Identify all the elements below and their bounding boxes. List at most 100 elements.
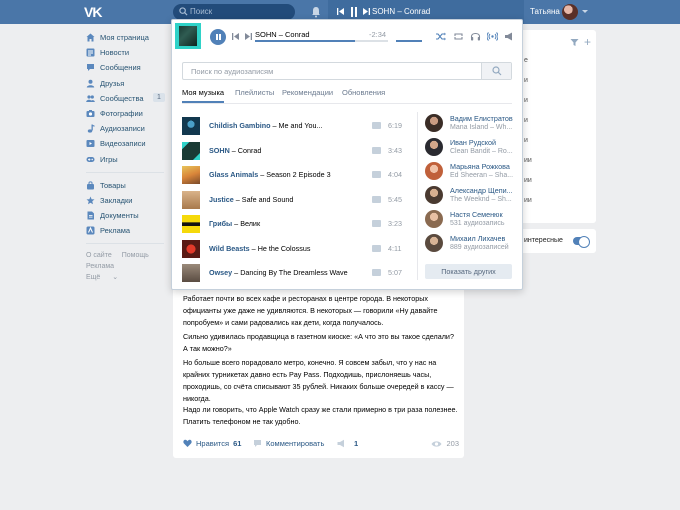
footer-ads-link[interactable]: Реклама [86,261,114,272]
track-menu-icon[interactable] [372,220,381,227]
vk-logo[interactable]: VK [84,4,104,20]
avatar [425,162,443,180]
broadcast-icon[interactable] [487,31,498,42]
track-artist[interactable]: SOHN [209,146,230,155]
friend-name[interactable]: Иван Рудской [450,138,496,147]
track-row[interactable]: Justice – Safe and Sound 5:45 [182,190,408,209]
plus-icon[interactable]: + [584,36,591,48]
friend-name[interactable]: Александр Щепи... [450,186,513,195]
active-tab-indicator [182,101,224,103]
right-panel-text: и [524,117,528,124]
track-title: He the Colossus [257,244,311,253]
sidebar-item-label: Друзья [100,78,125,88]
pause-icon[interactable] [349,6,359,18]
sidebar-item-games[interactable]: Игры [86,152,166,167]
track-title: Me and You... [278,121,323,130]
bell-icon[interactable] [310,6,322,18]
track-menu-icon[interactable] [372,245,381,252]
sidebar-item-ads[interactable]: Реклама [86,223,166,238]
friend-item[interactable]: Михаил Лихачев 889 аудиозаписей [425,233,520,255]
filter-icon[interactable] [570,38,579,47]
share-button[interactable]: 1 [337,439,358,448]
chevron-down-icon: ⌄ [112,274,119,282]
track-artist[interactable]: Justice [209,195,234,204]
audio-search-input[interactable]: Поиск по аудиозаписям [182,62,512,80]
sidebar-item-goods[interactable]: Товары [86,178,166,193]
megaphone-icon[interactable] [504,31,515,42]
track-artist[interactable]: Owsey [209,268,232,277]
sidebar-item-friends[interactable]: Друзья [86,76,166,91]
like-button[interactable]: Нравится 61 [183,439,241,448]
track-duration: 3:23 [388,219,402,228]
header-search[interactable]: Поиск [173,4,295,20]
friend-item[interactable]: Иван Рудской Clean Bandit – Ro... [425,137,520,159]
tab-updates[interactable]: Обновления [342,88,385,97]
audio-search-button[interactable] [481,63,511,79]
sidebar-item-photos[interactable]: Фотографии [86,106,166,121]
track-artist[interactable]: Wild Beasts [209,244,250,253]
sidebar-item-label: Аудиозаписи [100,124,145,134]
show-others-button[interactable]: Показать других [425,264,512,279]
sidebar-item-messages[interactable]: Сообщения [86,60,166,75]
pause-button[interactable] [210,29,226,45]
friend-item[interactable]: Настя Семенюк 531 аудиозапись [425,209,520,231]
volume-slider[interactable] [396,40,422,42]
sidebar-item-audio[interactable]: Аудиозаписи [86,121,166,136]
right-panel-text: ии [524,157,532,164]
sidebar-item-news[interactable]: Новости [86,45,166,60]
track-artist[interactable]: Glass Animals [209,170,258,179]
comment-button[interactable]: Комментировать [253,439,324,448]
previous-track-icon[interactable] [231,32,240,41]
track-row[interactable]: Wild Beasts – He the Colossus 4:11 [182,239,408,258]
document-icon [87,211,94,220]
sidebar-item-video[interactable]: Видеозаписи [86,136,166,151]
track-menu-icon[interactable] [372,196,381,203]
tab-playlists[interactable]: Плейлисты [235,88,274,97]
previous-track-icon[interactable] [336,7,345,16]
headphones-icon[interactable] [470,31,481,42]
track-row[interactable]: Owsey – Dancing By The Dreamless Wave 5:… [182,263,408,282]
sidebar-item-communities[interactable]: Сообщества 1 [86,91,166,106]
friend-item[interactable]: Александр Щепи... The Weeknd – Sh... [425,185,520,207]
footer-help-link[interactable]: Помощь [122,250,149,261]
shuffle-icon[interactable] [435,31,446,42]
track-text: Glass Animals – Season 2 Episode 3 [209,170,331,179]
tab-recommendations[interactable]: Рекомендации [282,88,333,97]
sidebar-item-documents[interactable]: Документы [86,208,166,223]
friend-name[interactable]: Вадим Елистратов [450,114,513,123]
track-artist[interactable]: Childish Gambino [209,121,271,130]
repeat-icon[interactable] [453,31,464,42]
right-panel-text: и [524,137,528,144]
friend-name[interactable]: Настя Семенюк [450,210,503,219]
track-menu-icon[interactable] [372,171,381,178]
camera-icon [86,110,95,118]
track-row[interactable]: Glass Animals – Season 2 Episode 3 4:04 [182,165,408,184]
video-icon [86,140,95,148]
track-menu-icon[interactable] [372,269,381,276]
communities-icon [86,95,95,102]
ads-icon [86,226,95,235]
track-row[interactable]: SOHN – Conrad 3:43 [182,141,408,160]
tab-my-music[interactable]: Моя музыка [182,88,224,97]
track-menu-icon[interactable] [372,122,381,129]
progress-bar[interactable] [255,40,388,42]
track-menu-icon[interactable] [372,147,381,154]
friend-item[interactable]: Марьяна Рожкова Ed Sheeran – Sha... [425,161,520,183]
track-cover [182,240,200,258]
friend-name[interactable]: Михаил Лихачев [450,234,505,243]
track-row[interactable]: Грибы – Велик 3:23 [182,214,408,233]
footer-about-link[interactable]: О сайте [86,250,112,261]
track-row[interactable]: Childish Gambino – Me and You... 6:19 [182,116,408,135]
next-track-icon[interactable] [244,32,253,41]
sidebar-item-bookmarks[interactable]: Закладки [86,193,166,208]
track-text: SOHN – Conrad [209,146,261,155]
track-separator: – [229,146,238,155]
next-track-icon[interactable] [362,7,371,16]
friend-item[interactable]: Вадим Елистратов Mana Island – Wh... [425,113,520,135]
interesting-toggle[interactable] [573,236,590,248]
sidebar-item-my-page[interactable]: Моя страница [86,30,166,45]
track-artist[interactable]: Грибы [209,219,232,228]
track-text: Owsey – Dancing By The Dreamless Wave [209,268,348,277]
friend-name[interactable]: Марьяна Рожкова [450,162,510,171]
footer-more-link[interactable]: Ещё ⌄ [86,272,128,283]
